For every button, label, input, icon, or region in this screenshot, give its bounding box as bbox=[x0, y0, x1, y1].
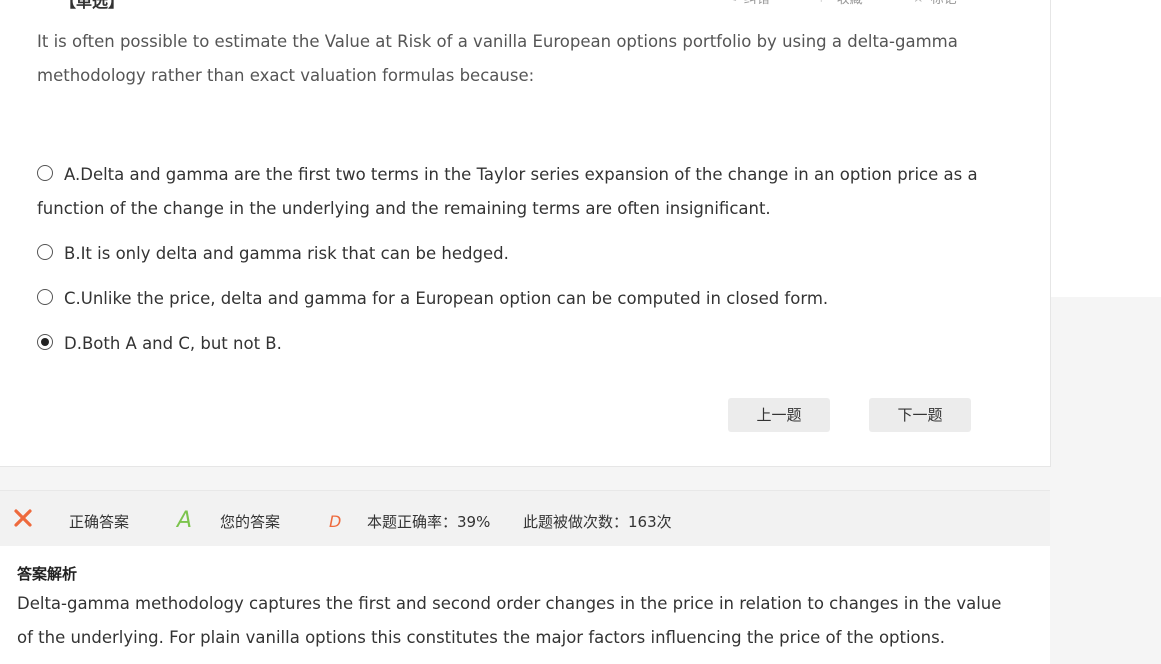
question-toolbar: 【单选】 ✎ 纠错 ⚑ 收藏 ★ 标记 bbox=[0, 0, 1050, 11]
answer-analysis: 答案解析 Delta-gamma methodology captures th… bbox=[0, 546, 1050, 664]
option-c-label: C.Unlike the price, delta and gamma for … bbox=[64, 289, 829, 308]
question-text: It is often possible to estimate the Val… bbox=[37, 32, 958, 85]
analysis-body: Delta-gamma methodology captures the fir… bbox=[17, 594, 1002, 647]
correct-answer-value: A bbox=[177, 508, 193, 533]
option-d-radio[interactable] bbox=[37, 334, 53, 350]
attempt-count: 此题被做次数：163次 bbox=[523, 513, 672, 531]
option-d[interactable]: D.Both A and C, but not B. bbox=[37, 327, 1012, 361]
question-card: 【单选】 ✎ 纠错 ⚑ 收藏 ★ 标记 It is often possible… bbox=[0, 0, 1051, 467]
favorite-button[interactable]: ⚑ 收藏 bbox=[818, 0, 863, 7]
option-b-label: B.It is only delta and gamma risk that c… bbox=[64, 244, 509, 263]
star-icon: ★ bbox=[912, 0, 925, 6]
report-error-label: 纠错 bbox=[744, 0, 770, 7]
option-a-label: A.Delta and gamma are the first two term… bbox=[37, 165, 978, 218]
accuracy-rate: 本题正确率：39% bbox=[367, 513, 491, 531]
your-answer-label: 您的答案 bbox=[220, 513, 281, 531]
your-answer-value: D bbox=[329, 512, 342, 531]
wrong-x-icon bbox=[14, 509, 32, 527]
mark-label: 标记 bbox=[931, 0, 957, 7]
correct-answer-label: 正确答案 bbox=[69, 513, 130, 531]
report-error-button[interactable]: ✎ 纠错 bbox=[726, 0, 770, 7]
option-a-radio[interactable] bbox=[37, 165, 53, 181]
option-a[interactable]: A.Delta and gamma are the first two term… bbox=[37, 158, 1012, 226]
result-bar: 正确答案 A 您的答案 D 本题正确率：39% 此题被做次数：163次 bbox=[0, 490, 1050, 547]
analysis-title: 答案解析 bbox=[17, 565, 78, 583]
right-panel bbox=[1051, 0, 1161, 297]
option-d-label: D.Both A and C, but not B. bbox=[64, 334, 282, 353]
option-c[interactable]: C.Unlike the price, delta and gamma for … bbox=[37, 282, 1012, 316]
question-type-label: 【单选】 bbox=[60, 0, 125, 11]
mark-button[interactable]: ★ 标记 bbox=[912, 0, 957, 7]
edit-icon: ✎ bbox=[726, 0, 738, 6]
option-b[interactable]: B.It is only delta and gamma risk that c… bbox=[37, 237, 1012, 271]
favorite-label: 收藏 bbox=[837, 0, 863, 7]
next-question-button[interactable]: 下一题 bbox=[869, 398, 971, 432]
bookmark-icon: ⚑ bbox=[818, 0, 831, 6]
option-b-radio[interactable] bbox=[37, 244, 53, 260]
prev-question-button[interactable]: 上一题 bbox=[728, 398, 830, 432]
option-c-radio[interactable] bbox=[37, 289, 53, 305]
options-list: A.Delta and gamma are the first two term… bbox=[37, 158, 1012, 372]
